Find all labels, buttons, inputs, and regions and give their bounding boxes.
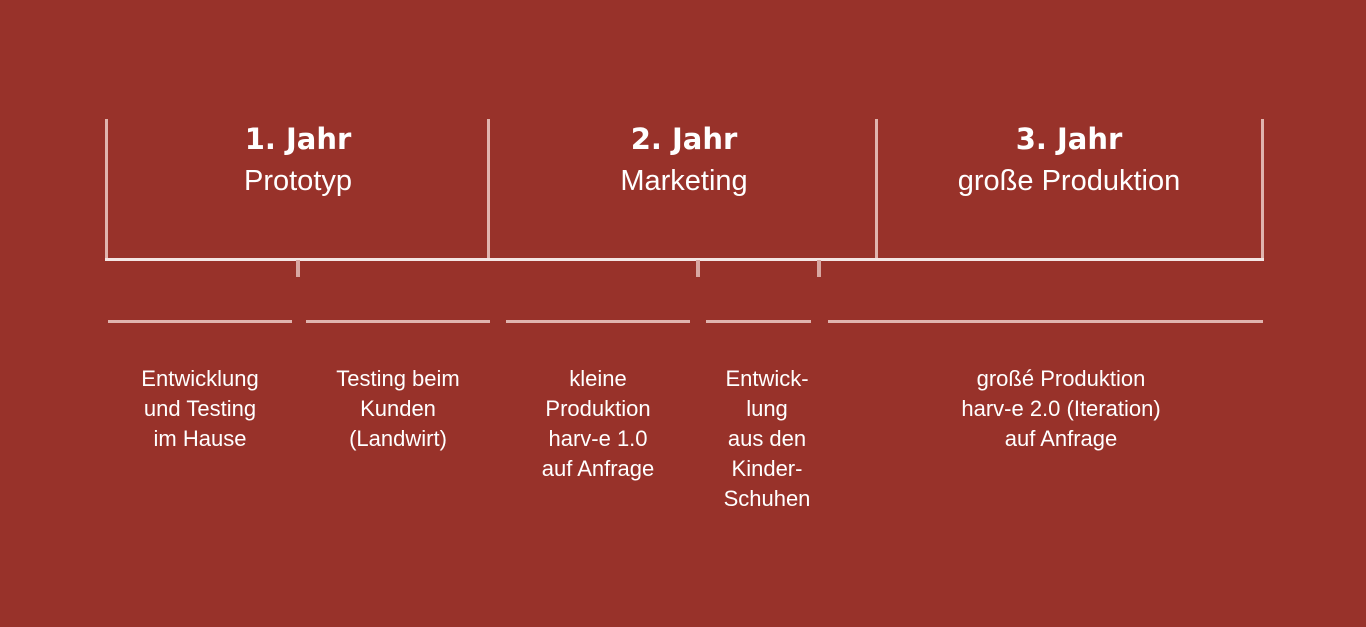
phase-3: 3. Jahr große Produktion	[879, 120, 1259, 204]
step-description: Entwick- lung aus den Kinder- Schuhen	[723, 366, 811, 511]
phase-1: 1. Jahr Prototyp	[108, 120, 488, 204]
phase-title: Prototyp	[244, 165, 352, 197]
phase-divider	[1261, 119, 1264, 260]
step-line	[306, 320, 490, 323]
step-description: Entwicklung und Testing im Hause	[141, 366, 259, 451]
step-description: kleine Produktion harv-e 1.0 auf Anfrage	[541, 366, 655, 481]
step-line	[828, 320, 1263, 323]
timeline-tick	[296, 260, 300, 277]
phase-year: 2. Jahr	[630, 122, 738, 156]
step-description: Testing beim Kunden (Landwirt)	[336, 366, 460, 451]
timeline-axis	[105, 258, 1264, 261]
step-line	[506, 320, 690, 323]
timeline-tick	[696, 260, 700, 277]
phase-2: 2. Jahr Marketing	[494, 120, 874, 204]
step-line	[108, 320, 292, 323]
phase-title: große Produktion	[957, 165, 1181, 197]
timeline-tick	[817, 260, 821, 277]
phase-year: 1. Jahr	[244, 122, 352, 156]
phase-title: Marketing	[620, 165, 748, 197]
phase-year: 3. Jahr	[1015, 122, 1123, 156]
step-description: großé Produktion harv-e 2.0 (Iteration) …	[961, 366, 1161, 451]
step-line	[706, 320, 811, 323]
phase-divider	[875, 119, 878, 260]
